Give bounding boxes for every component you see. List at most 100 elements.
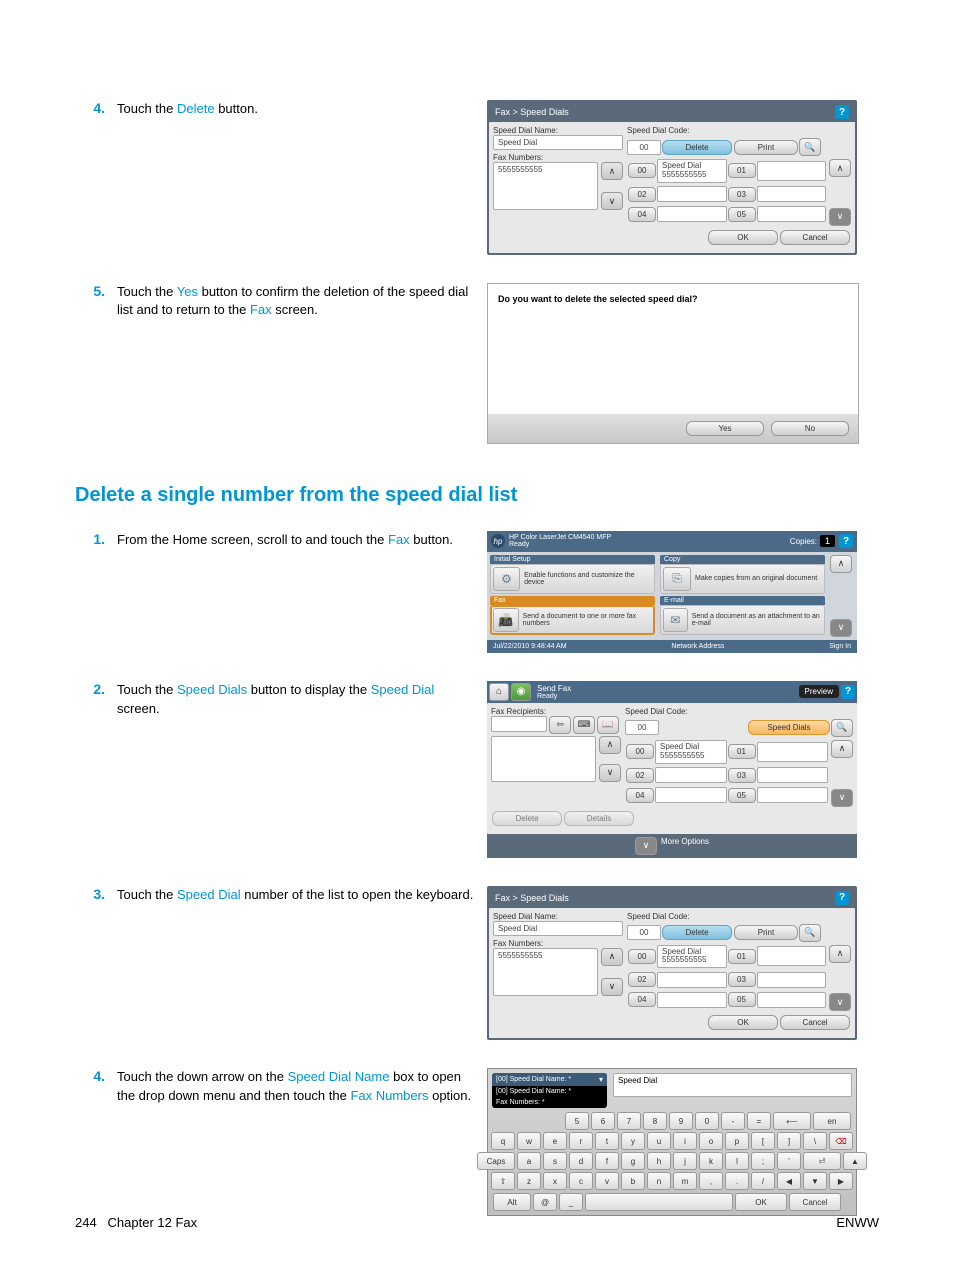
home-icon[interactable]: ⌂ (489, 683, 509, 701)
speed-dial-code-field[interactable]: 00 (627, 925, 661, 940)
slot-04-button[interactable]: 04 (628, 992, 656, 1007)
copies-value[interactable]: 1 (820, 535, 835, 547)
key-j[interactable]: j (673, 1152, 697, 1170)
print-button[interactable]: Print (734, 925, 798, 940)
speed-dial-name-field[interactable]: Speed Dial (493, 135, 623, 150)
slot-05-button[interactable]: 05 (728, 207, 756, 222)
ok-button[interactable]: OK (708, 230, 778, 245)
scroll-down-icon[interactable]: ∨ (829, 208, 851, 226)
key-w[interactable]: w (517, 1132, 541, 1150)
print-button[interactable]: Print (734, 140, 798, 155)
key-t[interactable]: t (595, 1132, 619, 1150)
key-\[interactable]: \ (803, 1132, 827, 1150)
key-[[interactable]: [ (751, 1132, 775, 1150)
scroll-up-icon[interactable]: ∧ (601, 162, 623, 180)
key-h[interactable]: h (647, 1152, 671, 1170)
key-/[interactable]: / (751, 1172, 775, 1190)
delete-button[interactable]: Delete (662, 925, 732, 940)
yes-button[interactable]: Yes (686, 421, 764, 436)
slot-02-button[interactable]: 02 (628, 187, 656, 202)
slot-04-button[interactable]: 04 (626, 788, 654, 803)
search-icon[interactable]: 🔍 (799, 138, 821, 156)
underscore-key[interactable]: _ (559, 1193, 583, 1211)
recipients-list[interactable] (491, 736, 596, 782)
speed-dial-code-field[interactable]: 00 (625, 720, 659, 735)
delete-button[interactable]: Delete (662, 140, 732, 155)
key-5[interactable]: 5 (565, 1112, 589, 1130)
fax-tile[interactable]: 📠 Send a document to one or more fax num… (490, 605, 655, 635)
key-,[interactable]: , (699, 1172, 723, 1190)
speed-dial-code-field[interactable]: 00 (627, 140, 661, 155)
key-u[interactable]: u (647, 1132, 671, 1150)
key-o[interactable]: o (699, 1132, 723, 1150)
key-s[interactable]: s (543, 1152, 567, 1170)
key-i[interactable]: i (673, 1132, 697, 1150)
email-tile[interactable]: ✉ Send a document as an attachment to an… (660, 605, 825, 635)
key-8[interactable]: 8 (643, 1112, 667, 1130)
key-9[interactable]: 9 (669, 1112, 693, 1130)
key-y[interactable]: y (621, 1132, 645, 1150)
slot-01-button[interactable]: 01 (728, 744, 756, 759)
key-r[interactable]: r (569, 1132, 593, 1150)
key-0[interactable]: 0 (695, 1112, 719, 1130)
dropdown-option-fax-numbers[interactable]: Fax Numbers: * (496, 1099, 545, 1106)
scroll-down-icon[interactable]: ∨ (829, 993, 851, 1011)
key-c[interactable]: c (569, 1172, 593, 1190)
key-p[interactable]: p (725, 1132, 749, 1150)
scroll-up-icon[interactable]: ∧ (829, 945, 851, 963)
scroll-up-icon[interactable]: ∧ (599, 736, 621, 754)
key-k[interactable]: k (699, 1152, 723, 1170)
left-key[interactable]: ◀ (777, 1172, 801, 1190)
keypad-icon[interactable]: ⌨ (573, 716, 595, 734)
key-'[interactable]: ' (777, 1152, 801, 1170)
cancel-button[interactable]: Cancel (780, 230, 850, 245)
scroll-up-icon[interactable]: ∧ (831, 740, 853, 758)
help-icon[interactable]: ? (835, 105, 849, 119)
help-icon[interactable]: ? (835, 891, 849, 905)
slot-02-button[interactable]: 02 (626, 768, 654, 783)
fax-numbers-field[interactable]: 5555555555 (493, 948, 598, 996)
cancel-key[interactable]: Cancel (789, 1193, 841, 1211)
initial-setup-tile[interactable]: ⚙ Enable functions and customize the dev… (490, 564, 655, 594)
key-x[interactable]: x (543, 1172, 567, 1190)
slot-00-button[interactable]: 00 (626, 744, 654, 759)
key-d[interactable]: d (569, 1152, 593, 1170)
ok-button[interactable]: OK (708, 1015, 778, 1030)
right-key[interactable]: ▶ (829, 1172, 853, 1190)
slot-01-button[interactable]: 01 (728, 163, 756, 178)
lang-key[interactable]: en (813, 1112, 851, 1130)
key-b[interactable]: b (621, 1172, 645, 1190)
recipients-field[interactable] (491, 716, 547, 732)
space-key[interactable] (585, 1193, 733, 1211)
slot-00-button[interactable]: 00 (628, 949, 656, 964)
at-key[interactable]: @ (533, 1193, 557, 1211)
sign-in-button[interactable]: Sign In (829, 643, 851, 650)
network-address-link[interactable]: Network Address (671, 643, 724, 650)
clear-key[interactable]: ⌫ (829, 1132, 853, 1150)
scroll-down-icon[interactable]: ∨ (830, 619, 852, 637)
addressbook-icon[interactable]: 📖 (597, 716, 619, 734)
search-icon[interactable]: 🔍 (831, 719, 853, 737)
scroll-down-icon[interactable]: ∨ (599, 764, 621, 782)
help-icon[interactable]: ? (839, 534, 853, 548)
key-f[interactable]: f (595, 1152, 619, 1170)
cancel-button[interactable]: Cancel (780, 1015, 850, 1030)
key-a[interactable]: a (517, 1152, 541, 1170)
up-key[interactable]: ▲ (843, 1152, 867, 1170)
scroll-down-icon[interactable]: ∨ (601, 192, 623, 210)
key-;[interactable]: ; (751, 1152, 775, 1170)
scroll-up-icon[interactable]: ∧ (830, 555, 852, 573)
key-=[interactable]: = (747, 1112, 771, 1130)
key-q[interactable]: q (491, 1132, 515, 1150)
start-icon[interactable]: ◉ (511, 683, 531, 701)
slot-00-button[interactable]: 00 (628, 163, 656, 178)
key-z[interactable]: z (517, 1172, 541, 1190)
shift-key[interactable]: ⇧ (491, 1172, 515, 1190)
enter-key[interactable]: ⏎ (803, 1152, 841, 1170)
key--[interactable]: - (721, 1112, 745, 1130)
expand-icon[interactable]: ∨ (635, 837, 657, 855)
copy-tile[interactable]: ⎘ Make copies from an original document (660, 564, 825, 594)
slot-03-button[interactable]: 03 (728, 972, 756, 987)
key-7[interactable]: 7 (617, 1112, 641, 1130)
preview-button[interactable]: Preview (799, 685, 839, 698)
